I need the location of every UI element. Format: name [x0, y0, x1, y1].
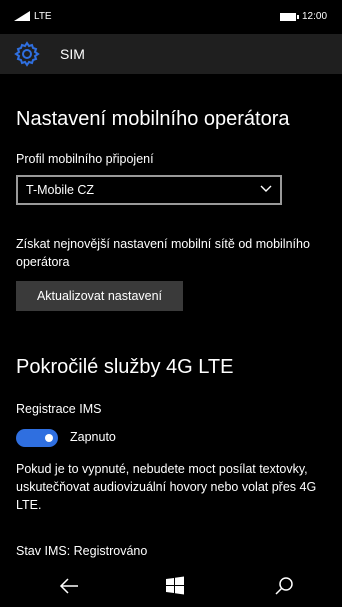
chevron-down-icon: [260, 185, 272, 192]
update-description: Získat nejnovější nastavení mobilní sítě…: [16, 237, 310, 269]
profile-label: Profil mobilního připojení: [16, 152, 154, 166]
toggle-knob: [45, 434, 53, 442]
battery-icon: [280, 13, 299, 21]
signal-icon: [14, 11, 30, 21]
profile-dropdown-value: T-Mobile CZ: [26, 183, 95, 197]
settings-content[interactable]: Nastavení mobilního operátora Profil mob…: [0, 74, 342, 565]
back-arrow-icon[interactable]: [58, 575, 80, 597]
profile-dropdown[interactable]: T-Mobile CZ: [16, 175, 282, 205]
windows-start-icon[interactable]: [164, 575, 186, 597]
navigation-bar: [0, 565, 342, 607]
carrier-label: LTE: [34, 11, 52, 22]
ims-toggle-label: Zapnuto: [70, 430, 116, 444]
operator-section-title: Nastavení mobilního operátora: [16, 108, 290, 130]
ims-warning-text: Pokud je to vypnuté, nebudete moct posíl…: [16, 462, 317, 512]
update-settings-button[interactable]: Aktualizovat nastavení: [16, 281, 183, 311]
clock: 12:00: [302, 11, 328, 22]
ims-toggle[interactable]: [16, 429, 58, 447]
page-title: SIM: [60, 46, 85, 62]
search-icon[interactable]: [273, 575, 295, 597]
gear-icon: [14, 41, 40, 67]
page-header: SIM: [0, 34, 342, 74]
ims-label: Registrace IMS: [16, 402, 102, 416]
lte-section-title: Pokročilé služby 4G LTE: [16, 356, 234, 378]
status-bar: LTE 12:00: [0, 0, 342, 34]
ims-status: Stav IMS: Registrováno: [16, 544, 148, 558]
